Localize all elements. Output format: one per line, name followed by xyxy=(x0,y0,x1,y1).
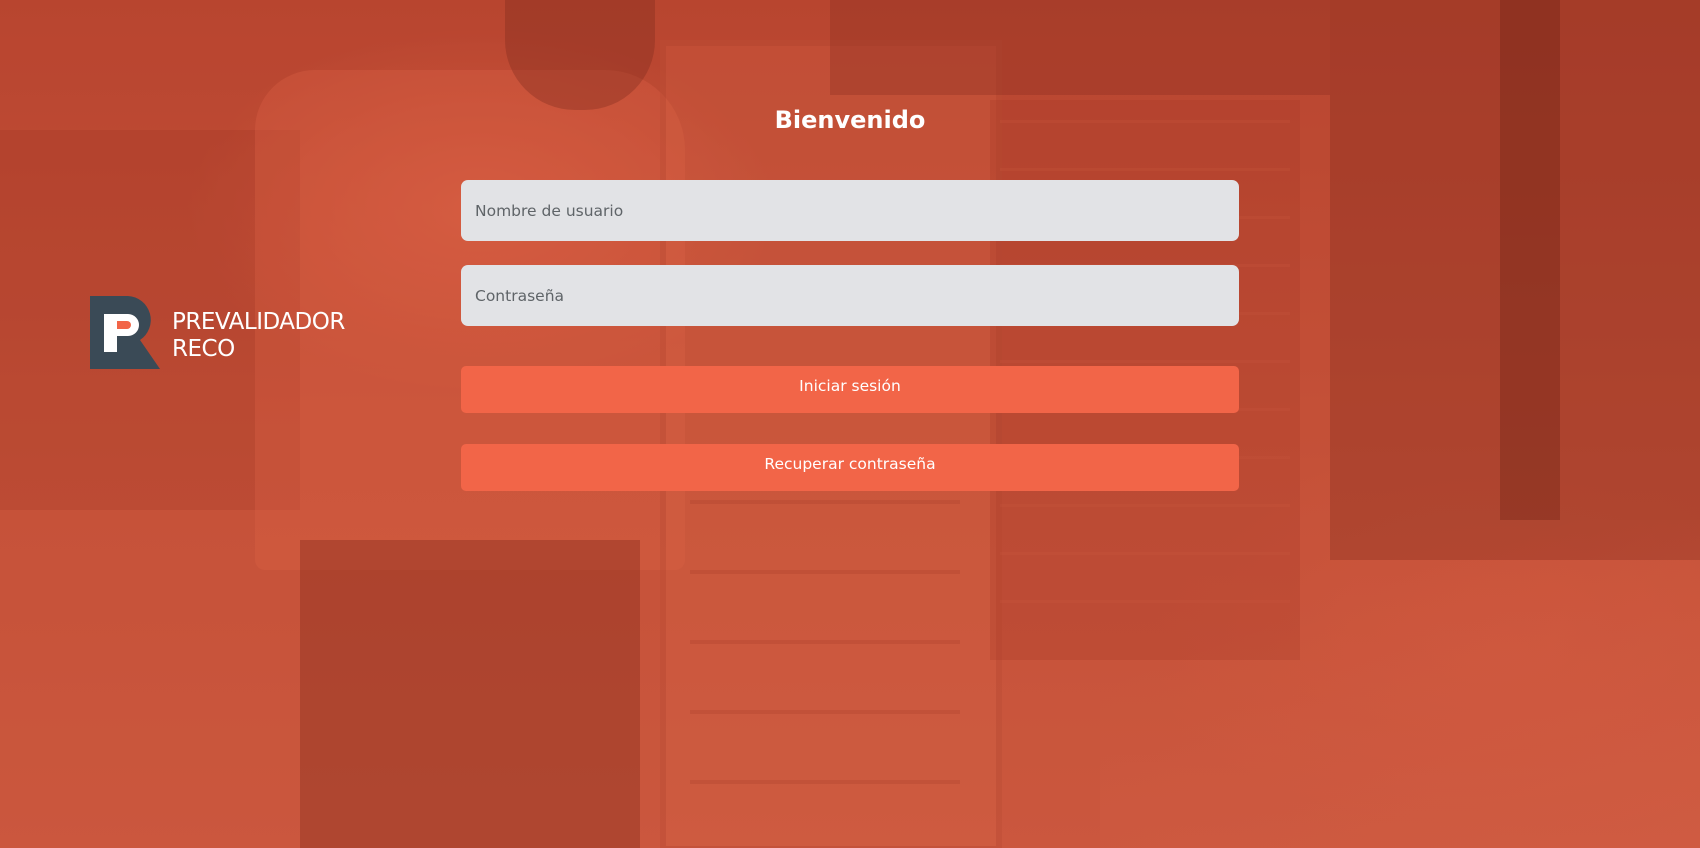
password-input[interactable] xyxy=(461,265,1239,326)
welcome-title: Bienvenido xyxy=(774,106,926,134)
reco-r-logo-icon xyxy=(90,296,160,369)
app-logo: PREVALIDADOR RECO xyxy=(90,296,345,369)
app-name-line2: RECO xyxy=(172,335,235,362)
app-name-line1: PREVALIDADOR xyxy=(172,308,345,335)
recover-password-button[interactable]: Recuperar contraseña xyxy=(461,444,1239,491)
username-input[interactable] xyxy=(461,180,1239,241)
app-name: PREVALIDADOR RECO xyxy=(172,309,345,363)
login-button[interactable]: Iniciar sesión xyxy=(461,366,1239,413)
